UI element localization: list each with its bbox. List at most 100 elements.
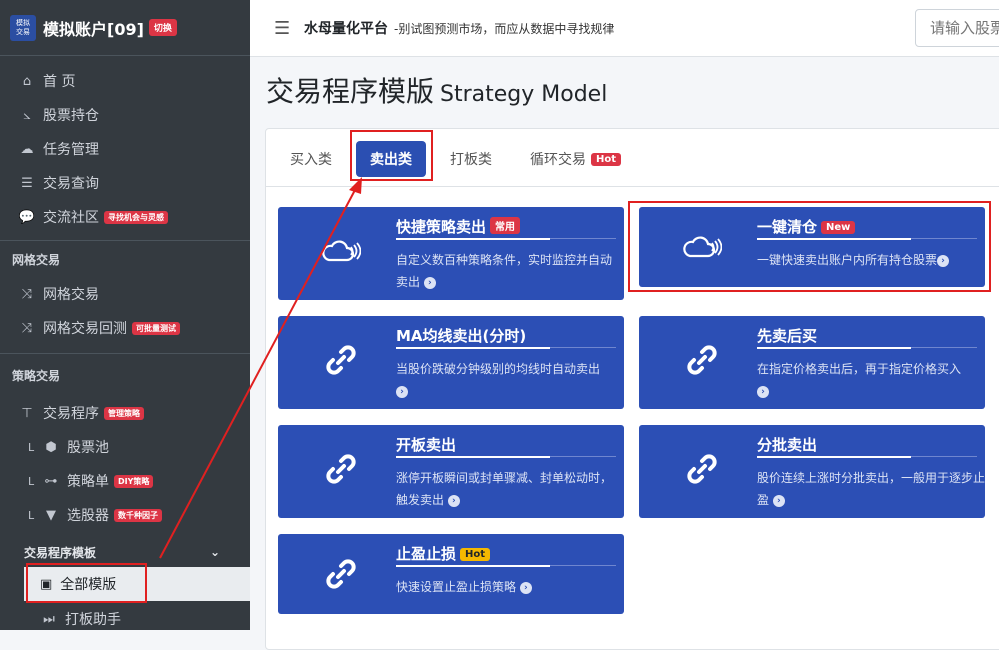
nav-label: 选股器: [67, 508, 109, 524]
nav-item-tasks[interactable]: ☁ 任务管理: [0, 132, 250, 166]
page-title-zh: 交易程序模版: [266, 75, 435, 108]
tile-take-profit-stop-loss[interactable]: 止盈止损 Hot 快速设置止盈止损策略 ›: [278, 534, 624, 614]
tile-desc: 股价连续上涨时分批卖出，一般用于逐步止盈 ›: [757, 467, 985, 511]
chart-line-icon: ⦣: [23, 107, 31, 123]
page-title-en: Strategy Model: [440, 82, 608, 107]
arrow-circle-icon: ›: [519, 581, 532, 594]
fast-forward-icon: ⏭: [43, 611, 55, 627]
tile-open-board-sell[interactable]: 开板卖出 涨停开板瞬间或封单骤减、封单松动时，触发卖出 ›: [278, 425, 624, 518]
sub-item-stock-picker[interactable]: L ▼ 选股器 数千种因子: [0, 498, 250, 532]
tile-underline-thin: [550, 565, 616, 566]
template-header-label: 交易程序模板: [24, 545, 97, 560]
switch-account-badge[interactable]: 切换: [148, 19, 177, 36]
nav-item-board-helper[interactable]: ⏭ 打板助手: [24, 602, 121, 636]
nav-label: 股票池: [67, 440, 109, 456]
tile-desc-text: 快速设置止盈止损策略: [396, 580, 517, 594]
diy-badge: DIY策略: [114, 474, 154, 488]
backtest-badge: 可批量测试: [132, 321, 180, 335]
tab-label: 打板类: [450, 152, 492, 168]
nav-label: 首 页: [43, 74, 76, 90]
community-badge: 寻找机会与灵感: [104, 210, 168, 224]
tile-desc: 涨停开板瞬间或封单骤减、封单松动时，触发卖出 ›: [396, 467, 616, 511]
site-slogan: -别试图预测市场，而应从数据中寻找规律: [394, 21, 615, 36]
tile-desc: 自定义数百种策略条件，实时监控并自动卖出 ›: [396, 249, 616, 293]
nav-label: 打板助手: [65, 612, 121, 628]
link-icon: [321, 449, 361, 489]
sub-item-strategy-list[interactable]: L ⊶ 策略单 DIY策略: [0, 464, 250, 498]
nav-label: 策略单: [67, 474, 109, 490]
tile-quick-strategy-sell[interactable]: 快捷策略卖出 常用 自定义数百种策略条件，实时监控并自动卖出 ›: [278, 207, 624, 300]
tree-branch-icon: L: [28, 474, 35, 488]
link-icon: [321, 340, 361, 380]
nav-label: 交流社区: [43, 210, 99, 226]
tab-limit-board[interactable]: 打板类: [436, 141, 506, 177]
brand[interactable]: 模拟 交易 模拟账户[09] 切换: [0, 0, 250, 56]
tab-label: 买入类: [290, 152, 332, 168]
nav-label: 交易程序: [43, 406, 99, 422]
menu-icon[interactable]: ☰: [274, 18, 294, 39]
top-navbar: ☰ 水母量化平台 -别试图预测市场，而应从数据中寻找规律: [250, 0, 999, 57]
tab-label: 循环交易: [530, 152, 586, 168]
shuffle-icon: ⤨: [21, 320, 33, 336]
cloud-wifi-icon: [321, 231, 361, 271]
tile-desc-text: 涨停开板瞬间或封单骤减、封单松动时，触发卖出: [396, 471, 613, 507]
link-icon: [682, 340, 722, 380]
factors-badge: 数千种因子: [114, 508, 162, 522]
nav-item-home[interactable]: ⌂ 首 页: [0, 64, 250, 98]
cube-icon: ⬢: [45, 439, 57, 455]
nav-item-holdings[interactable]: ⦣ 股票持仓: [0, 98, 250, 132]
tile-title: 分批卖出: [757, 436, 818, 454]
tile-underline-thin: [911, 347, 977, 348]
nav-label: 任务管理: [43, 142, 99, 158]
tile-title: 快捷策略卖出 常用: [396, 216, 521, 237]
manage-strategy-badge: 管理策略: [104, 406, 144, 420]
filter-icon: ▼: [46, 507, 56, 523]
brand-logo: 模拟 交易: [10, 14, 36, 41]
hot-badge: Hot: [591, 152, 622, 166]
tile-batch-sell[interactable]: 分批卖出 股价连续上涨时分批卖出，一般用于逐步止盈 ›: [639, 425, 985, 518]
brand-logo-line2: 交易: [16, 27, 30, 36]
arrow-circle-icon: ›: [772, 494, 785, 507]
nav-item-grid-trade[interactable]: ⤨ 网格交易: [0, 277, 250, 311]
tile-desc-text: 股价连续上涨时分批卖出，一般用于逐步止盈: [757, 471, 985, 507]
tile-desc-text: 当股价跌破分钟级别的均线时自动卖出: [396, 362, 601, 376]
home-icon: ⌂: [22, 73, 32, 89]
tile-underline: [396, 456, 550, 458]
tile-ma-sell[interactable]: MA均线卖出(分时) 当股价跌破分钟级别的均线时自动卖出 ›: [278, 316, 624, 409]
tile-desc: 快速设置止盈止损策略 ›: [396, 576, 616, 598]
arrow-circle-icon: ›: [757, 385, 769, 398]
page-title: 交易程序模版 Strategy Model: [266, 70, 607, 110]
brand-title: 模拟账户[09]: [43, 19, 144, 39]
tab-buy[interactable]: 买入类: [276, 141, 346, 177]
tile-title-text: 快捷策略卖出: [396, 218, 487, 236]
sub-item-stock-pool[interactable]: L ⬢ 股票池: [0, 430, 250, 464]
link-icon: [321, 554, 361, 594]
tree-branch-icon: L: [28, 508, 35, 522]
nav-item-trade-query[interactable]: ☰ 交易查询: [0, 166, 250, 200]
tile-underline-thin: [550, 456, 616, 457]
stock-search-input[interactable]: [915, 9, 999, 47]
sitemap-icon: ⊤: [21, 405, 33, 421]
sidebar: 模拟 交易 模拟账户[09] 切换 ⌂ 首 页 ⦣ 股票持仓 ☁ 任务管理 ☰ …: [0, 0, 250, 630]
common-tag: 常用: [490, 217, 521, 234]
tile-underline: [396, 347, 550, 349]
tile-title: 开板卖出: [396, 436, 457, 454]
site-title: 水母量化平台: [304, 21, 388, 37]
list-icon: ☰: [21, 175, 33, 191]
tree-branch-icon: L: [28, 440, 35, 454]
nav-label: 网格交易回测: [43, 321, 127, 337]
tile-sell-then-buy[interactable]: 先卖后买 在指定价格卖出后，再于指定价格买入 ›: [639, 316, 985, 409]
tile-desc: 当股价跌破分钟级别的均线时自动卖出 ›: [396, 358, 616, 402]
nav-item-community[interactable]: 💬 交流社区 寻找机会与灵感: [0, 200, 250, 234]
hot-tag: Hot: [460, 548, 491, 561]
nav-item-trade-program[interactable]: ⊤ 交易程序 管理策略: [0, 396, 250, 430]
tab-loop-trade[interactable]: 循环交易 Hot: [516, 141, 635, 177]
tile-underline-thin: [550, 347, 616, 348]
arrow-circle-icon: ›: [423, 276, 436, 289]
nav-item-grid-backtest[interactable]: ⤨ 网格交易回测 可批量测试: [0, 311, 250, 345]
tile-underline: [757, 456, 911, 458]
annotation-box-all-templates: [26, 563, 147, 603]
flow-icon: ⊶: [44, 473, 58, 489]
shuffle-icon: ⤨: [21, 286, 33, 302]
annotation-box-sell-tab: [350, 130, 433, 181]
